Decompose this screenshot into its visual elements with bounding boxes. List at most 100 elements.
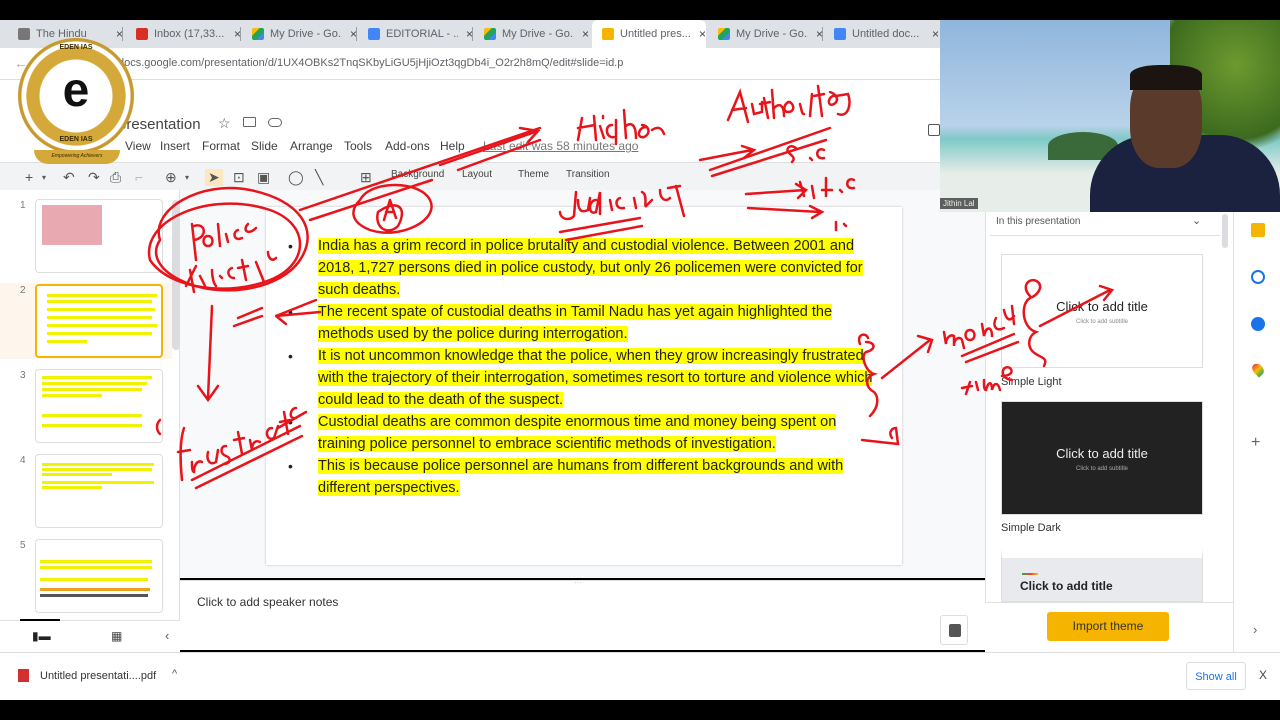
slide-number: 1 <box>20 200 26 211</box>
filmstrip-scrollbar[interactable] <box>172 200 180 350</box>
cloud-status-icon[interactable] <box>268 118 282 127</box>
new-slide-icon[interactable]: + <box>25 169 33 185</box>
eden-ias-logo: e EDEN IAS EDEN IAS <box>18 38 134 154</box>
theme-card-streamline[interactable]: Click to add title <box>1001 548 1203 602</box>
menu-arrange[interactable]: Arrange <box>290 139 333 153</box>
slide-number: 4 <box>20 455 26 466</box>
theme-name: Simple Light <box>1001 376 1062 388</box>
tab-label: EDITORIAL - ... <box>386 28 458 40</box>
slide-thumbnail[interactable] <box>35 539 163 613</box>
import-theme-button[interactable]: Import theme <box>1047 612 1169 641</box>
chevron-down-icon[interactable]: ⌄ <box>1192 214 1201 227</box>
browser-tab-bar: The Hindu × Inbox (17,33... × My Drive -… <box>0 20 940 48</box>
comment-add-icon[interactable]: ⊞ <box>360 169 372 186</box>
tab-label: My Drive - Go... <box>270 28 342 40</box>
menu-insert[interactable]: Insert <box>160 139 190 153</box>
show-all-downloads-button[interactable]: Show all <box>1186 662 1246 690</box>
document-title[interactable]: presentation <box>118 116 201 133</box>
move-folder-icon[interactable] <box>243 117 256 127</box>
theme-card-simple-light[interactable]: Click to add title Click to add subtitle <box>1001 254 1203 368</box>
tab-close-icon[interactable]: × <box>932 27 939 41</box>
speaker-notes-placeholder[interactable]: Click to add speaker notes <box>197 595 338 609</box>
speaker-notes[interactable] <box>180 580 985 650</box>
contacts-icon[interactable] <box>1251 317 1265 331</box>
gmail-icon <box>136 28 148 40</box>
download-file-name[interactable]: Untitled presentati....pdf <box>40 670 156 682</box>
collapse-chevron-icon[interactable]: ‹ <box>165 628 169 643</box>
tab-close-icon[interactable]: × <box>699 27 706 41</box>
undo-icon[interactable]: ↶ <box>63 169 75 186</box>
google-docs-icon <box>834 28 846 40</box>
menu-add-ons[interactable]: Add-ons <box>385 139 430 153</box>
explore-button[interactable] <box>940 615 968 645</box>
slide-thumbnail[interactable] <box>35 199 163 273</box>
zoom-icon[interactable]: ⊕ <box>165 169 177 186</box>
bullet-text: India has a grim record in police brutal… <box>318 238 863 298</box>
browser-tab[interactable]: EDITORIAL - ... × <box>358 20 473 48</box>
tab-label: My Drive - Go... <box>502 28 574 40</box>
slide-thumbnail[interactable] <box>35 369 163 443</box>
filmstrip-view-icon[interactable]: ▮▬ <box>32 629 51 643</box>
browser-tab[interactable]: My Drive - Go... × <box>242 20 357 48</box>
browser-tab[interactable]: My Drive - Go... × <box>474 20 589 48</box>
tasks-icon[interactable] <box>1251 270 1265 284</box>
grid-view-icon[interactable]: ▦ <box>111 629 122 643</box>
text-box-icon[interactable]: ⊡ <box>233 169 245 186</box>
keep-icon[interactable] <box>1251 223 1265 237</box>
logo-tagline: Empowering Achievers <box>34 150 120 164</box>
print-icon[interactable]: ⎙ <box>110 169 121 186</box>
slide-number: 5 <box>20 540 26 551</box>
browser-tab[interactable]: Inbox (17,33... × <box>126 20 241 48</box>
download-options-chevron-icon[interactable]: ^ <box>172 668 177 680</box>
redo-icon[interactable]: ↷ <box>88 169 100 186</box>
close-download-bar-icon[interactable]: X <box>1259 668 1267 682</box>
transition-button[interactable]: Transition <box>566 169 610 180</box>
tab-close-icon[interactable]: × <box>582 27 589 41</box>
slide-number: 3 <box>20 370 26 381</box>
expand-panel-icon[interactable]: › <box>1253 622 1257 637</box>
slide-number: 2 <box>20 285 26 296</box>
bullet-text: It is not uncommon knowledge that the po… <box>318 348 873 408</box>
bullet-text: This is because police personnel are hum… <box>318 458 844 496</box>
menu-format[interactable]: Format <box>202 139 240 153</box>
google-drive-icon <box>718 28 730 40</box>
menu-tools[interactable]: Tools <box>344 139 372 153</box>
shape-icon[interactable]: ◯ <box>288 169 304 186</box>
star-icon[interactable]: ☆ <box>218 115 231 132</box>
url-text[interactable]: docs.google.com/presentation/d/1UX4OBKs2… <box>118 57 623 69</box>
notes-resize-handle[interactable]: ··· <box>574 578 582 587</box>
bullet-text: The recent spate of custodial deaths in … <box>318 304 833 342</box>
browser-tab-active[interactable]: Untitled pres... × <box>592 20 706 48</box>
menu-slide[interactable]: Slide <box>251 139 278 153</box>
browser-tab[interactable]: My Drive - Go... × <box>708 20 823 48</box>
paint-format-icon[interactable]: ⌐ <box>135 169 143 185</box>
select-cursor-icon[interactable]: ➤ <box>205 169 223 186</box>
line-icon[interactable]: ╲ <box>315 169 323 186</box>
tab-label: Untitled pres... <box>620 28 691 40</box>
background-button[interactable]: Background <box>391 169 444 180</box>
toolbar <box>0 162 985 190</box>
last-edit-link[interactable]: Last edit was 58 minutes ago <box>483 139 638 153</box>
slide[interactable]: • India has a grim record in police brut… <box>266 207 902 565</box>
themes-scrollbar[interactable] <box>1222 214 1228 248</box>
theme-card-simple-dark[interactable]: Click to add title Click to add subtitle <box>1001 401 1203 515</box>
theme-button[interactable]: Theme <box>518 169 549 180</box>
add-addon-icon[interactable]: + <box>1251 434 1260 452</box>
menu-help[interactable]: Help <box>440 139 465 153</box>
screen-bottom-bar <box>0 700 1280 720</box>
comments-icon[interactable] <box>928 124 940 136</box>
the-hindu-icon <box>18 28 30 40</box>
google-drive-icon <box>484 28 496 40</box>
webcam-feed: Jithin Lal <box>940 20 1280 212</box>
slide-thumbnail[interactable] <box>35 454 163 528</box>
tab-label: Untitled doc... <box>852 28 920 40</box>
google-slides-icon <box>602 28 614 40</box>
dropdown-arrow-icon[interactable]: ▾ <box>42 173 46 182</box>
themes-filter-label[interactable]: In this presentation <box>996 216 1081 227</box>
browser-tab[interactable]: Untitled doc... × <box>824 20 939 48</box>
slide-thumbnail-selected[interactable] <box>35 284 163 358</box>
dropdown-arrow-icon[interactable]: ▾ <box>185 173 189 182</box>
layout-button[interactable]: Layout <box>462 169 492 180</box>
image-icon[interactable]: ▣ <box>257 169 270 186</box>
pdf-file-icon <box>18 669 29 682</box>
